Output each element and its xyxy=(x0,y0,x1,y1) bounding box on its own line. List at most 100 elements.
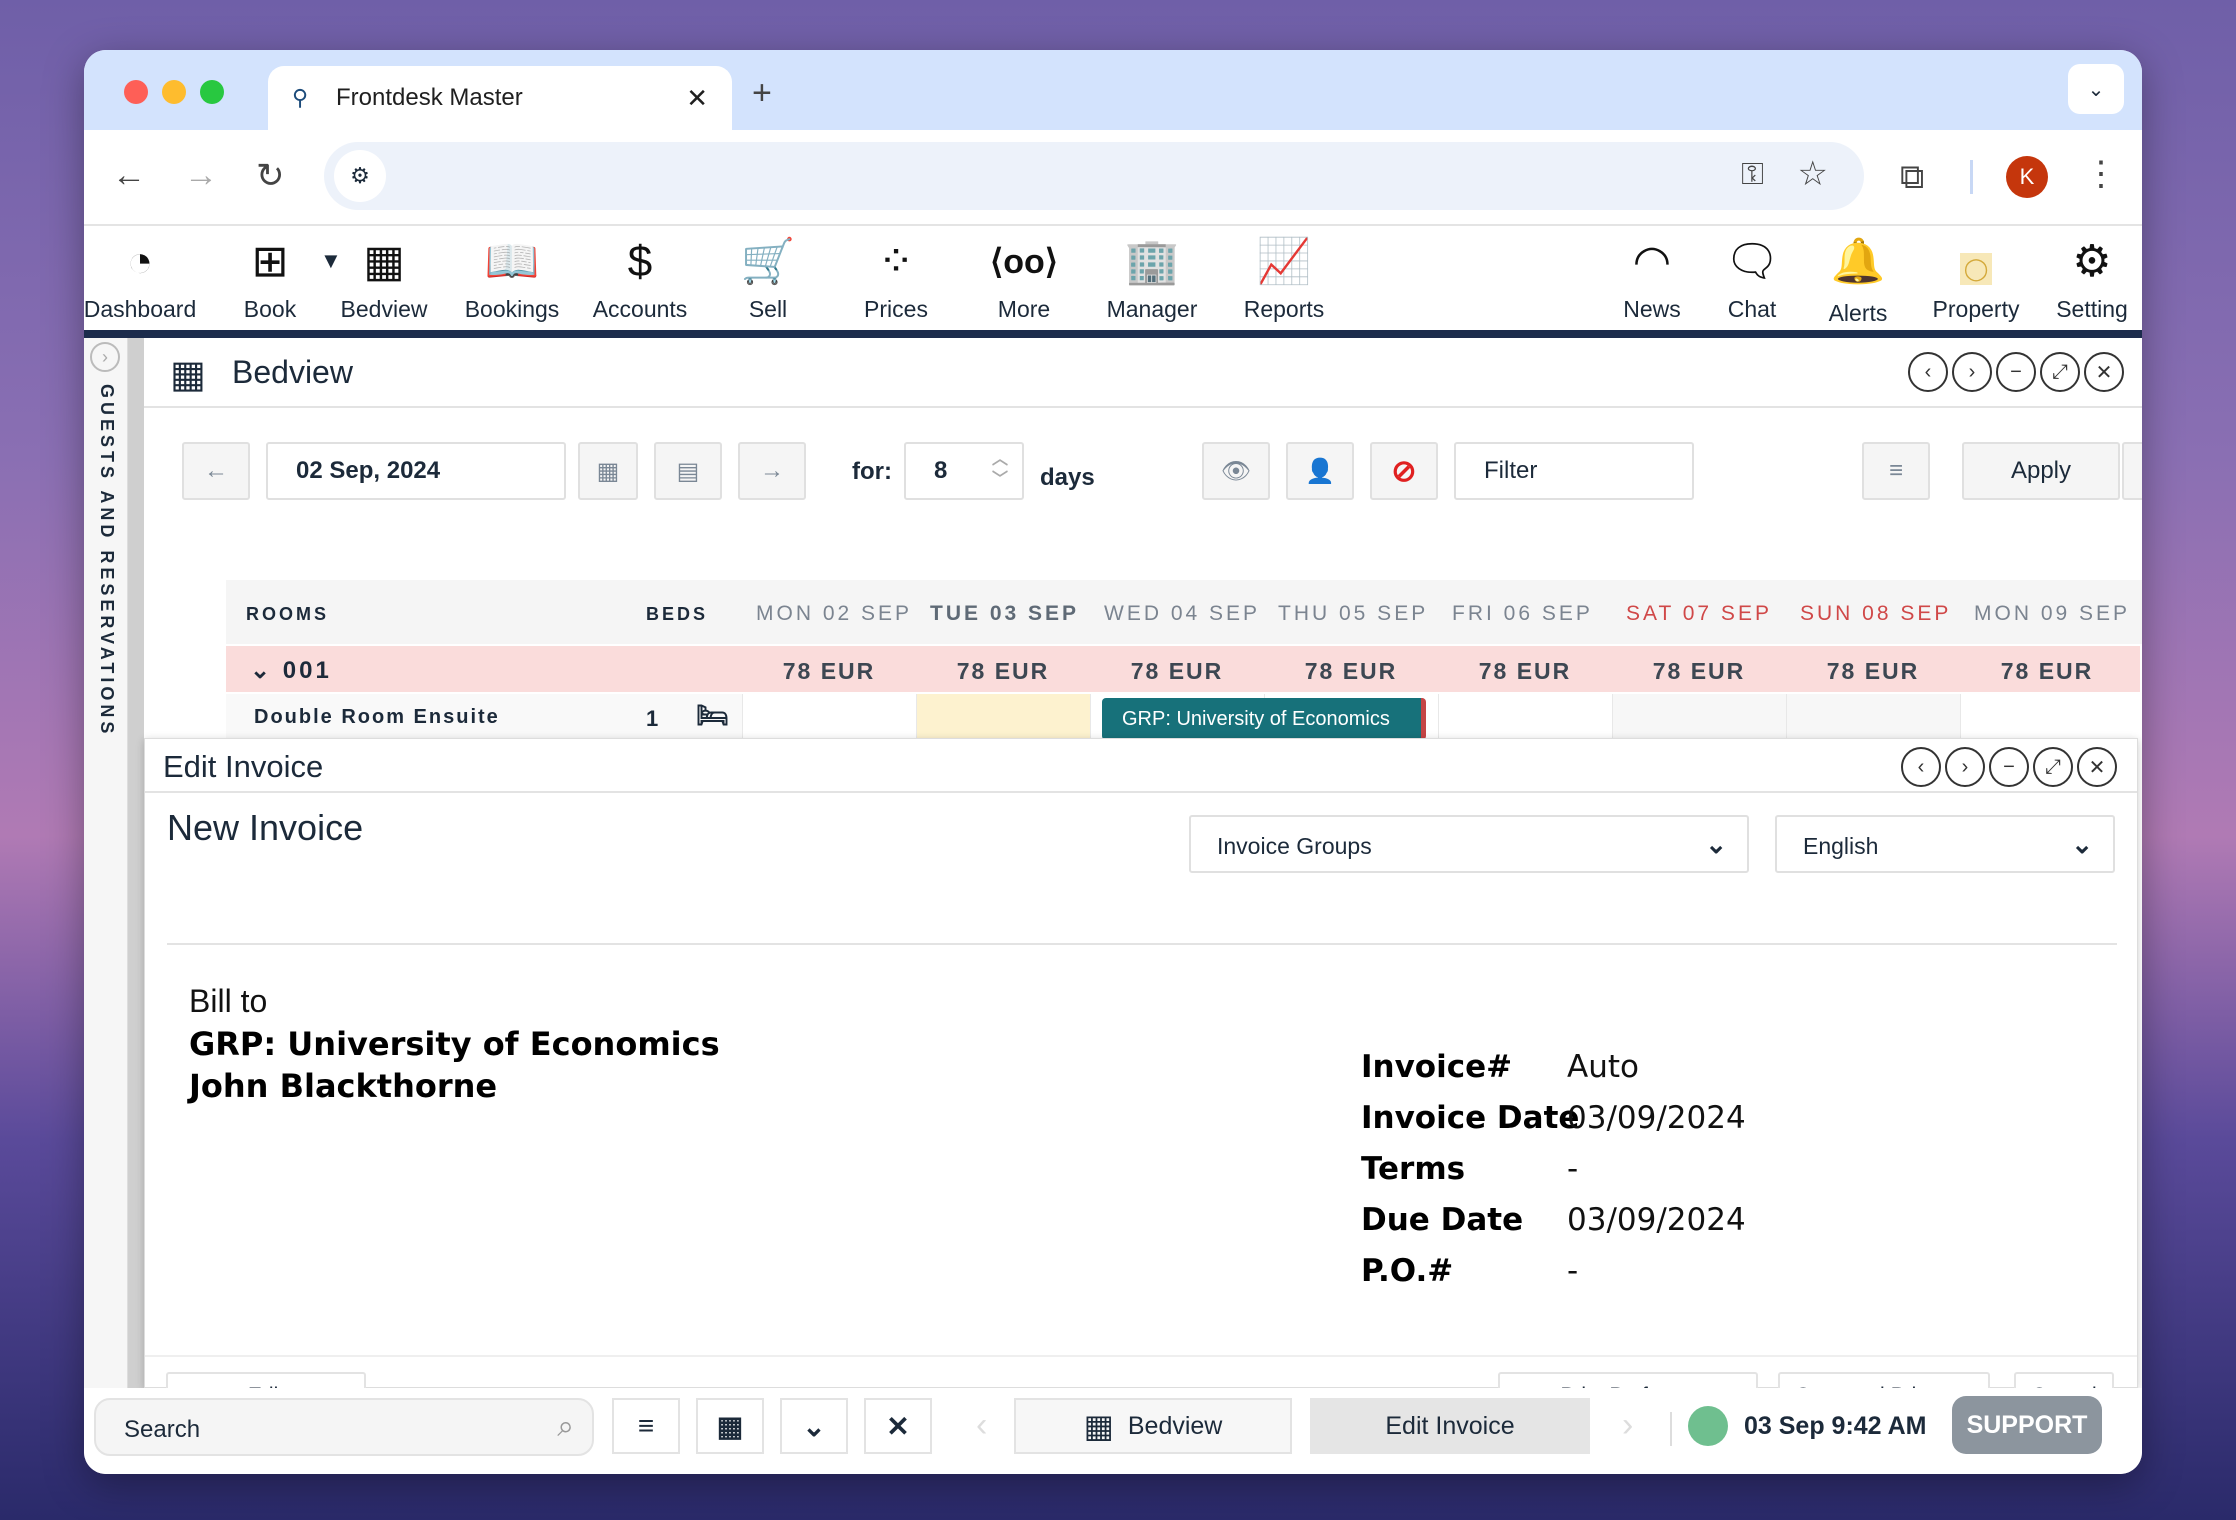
invoice-field-value: Auto xyxy=(1567,1049,1639,1085)
expand-sidebar-icon[interactable]: › xyxy=(90,342,120,372)
grid-view-button[interactable]: ▦ xyxy=(696,1398,764,1454)
price-row: 78 EUR 78 EUR 78 EUR 78 EUR 78 EUR 78 EUR 78 E… xyxy=(742,646,2140,692)
nav-accounts[interactable]: $ Accounts xyxy=(570,234,710,323)
beds-header-label: BEDS xyxy=(646,604,709,624)
site-settings-icon[interactable]: ⚙ xyxy=(334,150,386,202)
price-cell[interactable]: 78 EUR xyxy=(1612,658,1786,685)
datetime: 03 Sep 9:42 AM xyxy=(1744,1412,1927,1440)
prev-date-button[interactable]: ← xyxy=(182,442,250,500)
invoice-groups-select[interactable]: Invoice Groups ⌄ xyxy=(1189,815,1749,873)
next-date-button[interactable]: → xyxy=(738,442,806,500)
nav-more[interactable]: ⟨oo⟩ More xyxy=(954,234,1094,323)
close-all-button[interactable]: ✕ xyxy=(864,1398,932,1454)
view-toggle-button[interactable]: 👁 xyxy=(1202,442,1270,500)
back-arrow-icon[interactable]: ← xyxy=(112,156,146,195)
minimize-window-button[interactable] xyxy=(162,80,186,104)
apply-button[interactable]: Apply xyxy=(1962,442,2120,500)
clear-button[interactable]: ✕ xyxy=(2122,442,2142,500)
search-icon[interactable]: ⌕ xyxy=(557,1410,574,1444)
price-cell[interactable]: 78 EUR xyxy=(1786,658,1960,685)
menu-button[interactable]: ≡ xyxy=(1862,442,1930,500)
next-window-icon[interactable]: › xyxy=(1945,747,1985,787)
scroll-right-icon[interactable]: › xyxy=(1622,1406,1633,1445)
profile-avatar[interactable]: K xyxy=(2006,156,2048,198)
for-label: for: xyxy=(852,458,892,485)
support-button[interactable]: SUPPORT xyxy=(1952,1396,2102,1454)
guests-reservations-sidebar[interactable]: › GUESTS AND RESERVATIONS xyxy=(84,338,128,1388)
room-group-row[interactable]: ⌄ 001 xyxy=(226,646,748,692)
price-cell[interactable]: 78 EUR xyxy=(1090,658,1264,685)
price-cell[interactable]: 78 EUR xyxy=(916,658,1090,685)
bed-row: Double Room Ensuite 1 🛏 xyxy=(226,694,748,740)
nav-bookings[interactable]: 📖 Bookings xyxy=(442,234,582,323)
bedview-title: Bedview xyxy=(232,354,353,390)
taskbar-tab-label: Edit Invoice xyxy=(1385,1411,1515,1440)
calendar-button[interactable]: ▦ xyxy=(578,442,638,500)
price-cell[interactable]: 78 EUR xyxy=(1960,658,2134,685)
reload-icon[interactable]: ↻ xyxy=(256,156,285,196)
chevron-down-icon[interactable]: ⌄ xyxy=(250,657,273,684)
gear-icon: ⚙ xyxy=(2072,237,2112,286)
dots-grid-icon: ⁘ xyxy=(877,237,915,286)
days-stepper[interactable]: 8 ︿ ﹀ xyxy=(904,442,1024,500)
close-icon[interactable]: ✕ xyxy=(2084,352,2124,392)
chevron-down-icon: ⌄ xyxy=(1705,829,1727,859)
price-cell[interactable]: 78 EUR xyxy=(1438,658,1612,685)
prev-window-icon[interactable]: ‹ xyxy=(1908,352,1948,392)
calendar-range-button[interactable]: ▤ xyxy=(654,442,722,500)
extensions-puzzle-icon[interactable]: ⧉ xyxy=(1900,158,1924,197)
list-icon: ≡ xyxy=(637,1410,655,1441)
booking-bar[interactable]: GRP: University of Economics xyxy=(1102,698,1426,740)
close-tab-icon[interactable]: ✕ xyxy=(686,83,708,114)
list-view-button[interactable]: ≡ xyxy=(612,1398,680,1454)
day-header: SUN 08 SEP xyxy=(1800,602,1952,625)
chart-up-icon: 📈 xyxy=(1256,237,1312,286)
nav-bedview[interactable]: ▦ Bedview xyxy=(314,234,454,323)
maximize-window-button[interactable] xyxy=(200,80,224,104)
bed-number: 1 xyxy=(646,706,661,731)
search-input[interactable]: Search ⌕ xyxy=(94,1398,594,1456)
invoice-field-label: Due Date xyxy=(1361,1202,1524,1238)
grid-icon: ▦ xyxy=(363,237,405,286)
maximize-icon[interactable]: ⤢ xyxy=(2040,352,2080,392)
address-input[interactable]: ⚙ ⚿ ☆ xyxy=(324,142,1864,210)
nav-manager[interactable]: 🏢 Manager xyxy=(1082,234,1222,323)
browser-menu-icon[interactable]: ⋮ xyxy=(2084,154,2118,194)
date-input[interactable]: 02 Sep, 2024 xyxy=(266,442,566,500)
window-controls xyxy=(124,80,224,104)
price-cell[interactable]: 78 EUR xyxy=(1264,658,1438,685)
sidebar-label: GUESTS AND RESERVATIONS xyxy=(97,384,117,738)
nav-sell[interactable]: 🛒 Sell xyxy=(698,234,838,323)
forward-arrow-icon[interactable]: → xyxy=(184,156,218,195)
divider xyxy=(1670,1412,1672,1446)
bedview-window-controls: ‹ › − ⤢ ✕ xyxy=(1908,352,2124,392)
new-tab-button[interactable]: + xyxy=(752,74,772,113)
prev-window-icon[interactable]: ‹ xyxy=(1901,747,1941,787)
scroll-left-icon[interactable]: ‹ xyxy=(976,1406,987,1445)
bookmark-star-icon[interactable]: ☆ xyxy=(1798,154,1828,194)
nav-dashboard[interactable]: ◔ Dashboard xyxy=(84,234,210,323)
minimize-icon[interactable]: − xyxy=(1989,747,2029,787)
taskbar-tab-edit-invoice[interactable]: Edit Invoice xyxy=(1310,1398,1590,1454)
guest-view-button[interactable]: 👤 xyxy=(1286,442,1354,500)
taskbar-tab-bedview[interactable]: ▦ Bedview xyxy=(1014,1398,1292,1454)
price-cell[interactable]: 78 EUR xyxy=(742,658,916,685)
collapse-button[interactable]: ⌄ xyxy=(780,1398,848,1454)
nav-reports[interactable]: 📈 Reports xyxy=(1214,234,1354,323)
language-select[interactable]: English ⌄ xyxy=(1775,815,2115,873)
nav-setting[interactable]: ⚙ Setting xyxy=(2022,234,2142,323)
stepper-arrows-icon[interactable]: ︿ ﹀ xyxy=(992,450,1008,490)
block-button[interactable]: ⊘ xyxy=(1370,442,1438,500)
tab-search-button[interactable]: ⌄ xyxy=(2068,64,2124,114)
close-window-button[interactable] xyxy=(124,80,148,104)
bill-to-company: GRP: University of Economics xyxy=(189,1025,720,1063)
password-key-icon[interactable]: ⚿ xyxy=(1741,158,1764,192)
close-icon[interactable]: ✕ xyxy=(2077,747,2117,787)
nav-prices[interactable]: ⁘ Prices xyxy=(826,234,966,323)
next-window-icon[interactable]: › xyxy=(1952,352,1992,392)
browser-tab[interactable]: ⚲ Frontdesk Master ✕ xyxy=(268,66,732,130)
filter-input[interactable]: Filter xyxy=(1454,442,1694,500)
bill-to-label: Bill to xyxy=(189,983,268,1019)
minimize-icon[interactable]: − xyxy=(1996,352,2036,392)
maximize-icon[interactable]: ⤢ xyxy=(2033,747,2073,787)
